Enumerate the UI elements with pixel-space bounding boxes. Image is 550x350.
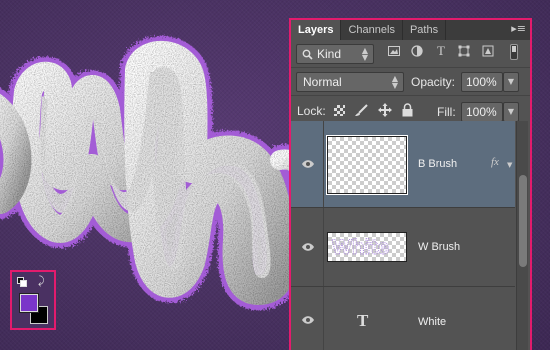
layer-thumbnail: White — [327, 232, 407, 262]
fill-value: 100% — [466, 105, 497, 119]
lock-image-pixels-icon[interactable] — [355, 104, 369, 117]
layer-name: B Brush — [418, 158, 458, 170]
layer-name: White — [418, 316, 447, 328]
filter-kind-select[interactable]: Kind ▲ ▼ — [296, 44, 374, 64]
shape-layer-filter-icon[interactable] — [457, 44, 471, 58]
stepper-arrows-icon: ▲ ▼ — [391, 74, 398, 90]
expand-effects-icon[interactable]: ▼ — [507, 161, 512, 169]
opacity-value: 100% — [466, 75, 497, 89]
visibility-eye-icon[interactable] — [301, 159, 315, 169]
opacity-input[interactable]: 100% — [461, 72, 503, 92]
lock-position-icon[interactable] — [378, 103, 392, 117]
default-colors-icon[interactable] — [17, 277, 27, 287]
pixel-layer-filter-icon[interactable] — [387, 44, 401, 58]
layer-divider — [323, 287, 324, 350]
layer-row-b-brush[interactable]: B Brush fx ▼ — [291, 121, 515, 208]
layers-scrollbar[interactable] — [516, 121, 528, 350]
layer-name: W Brush — [418, 241, 461, 253]
filter-toggle-switch[interactable] — [510, 44, 518, 60]
layer-divider — [323, 121, 324, 207]
lock-label: Lock: — [297, 104, 326, 118]
smart-object-filter-icon[interactable] — [481, 44, 495, 58]
layer-effects-icon[interactable]: fx — [491, 156, 499, 168]
lock-transparent-pixels-icon[interactable] — [334, 105, 345, 116]
filter-row: Kind ▲ ▼ T — [291, 40, 530, 68]
opacity-dropdown-icon[interactable]: ▼ — [503, 72, 519, 92]
foreground-color-swatch[interactable] — [19, 293, 39, 313]
type-layer-icon: T — [357, 311, 369, 330]
fill-label: Fill: — [437, 105, 456, 119]
layer-row-white[interactable]: T White — [291, 287, 515, 350]
panel-menu-icon[interactable]: ▸≡ — [511, 23, 526, 35]
blend-mode-value: Normal — [303, 75, 342, 89]
layer-row-w-brush[interactable]: White W Brush — [291, 208, 515, 287]
adjustment-layer-filter-icon[interactable] — [410, 44, 424, 58]
visibility-eye-icon[interactable] — [301, 315, 315, 325]
swap-colors-icon[interactable]: ⤸ — [38, 275, 45, 286]
layers-list: B Brush fx ▼ White W Brush T White — [291, 121, 530, 350]
visibility-eye-icon[interactable] — [301, 242, 315, 252]
stepper-arrows-icon: ▲ ▼ — [361, 46, 368, 62]
panel-tab-bar: Layers Channels Paths ▸≡ — [291, 20, 530, 40]
layer-thumbnail — [326, 135, 408, 195]
search-icon — [302, 49, 313, 60]
type-layer-filter-icon[interactable]: T — [434, 43, 448, 58]
blend-mode-row: Normal ▲ ▼ Opacity: 100% ▼ — [291, 68, 530, 96]
filter-kind-value: Kind — [317, 47, 342, 61]
color-swatches-box: ⤸ — [10, 270, 56, 330]
svg-text:White: White — [332, 236, 389, 259]
opacity-label: Opacity: — [411, 75, 456, 89]
tab-channels[interactable]: Channels — [341, 20, 403, 40]
fill-input[interactable]: 100% — [461, 102, 503, 122]
layer-divider — [323, 208, 324, 286]
scrollbar-thumb[interactable] — [519, 175, 527, 267]
tab-layers[interactable]: Layers — [291, 20, 342, 40]
brush-thumbnail-preview: White — [332, 236, 390, 260]
layers-panel: Layers Channels Paths ▸≡ Kind ▲ ▼ T Norm… — [289, 18, 532, 350]
blend-mode-select[interactable]: Normal ▲ ▼ — [296, 72, 404, 92]
fill-dropdown-icon[interactable]: ▼ — [503, 102, 519, 122]
tab-paths[interactable]: Paths — [403, 20, 447, 40]
lock-all-icon[interactable] — [402, 103, 413, 117]
